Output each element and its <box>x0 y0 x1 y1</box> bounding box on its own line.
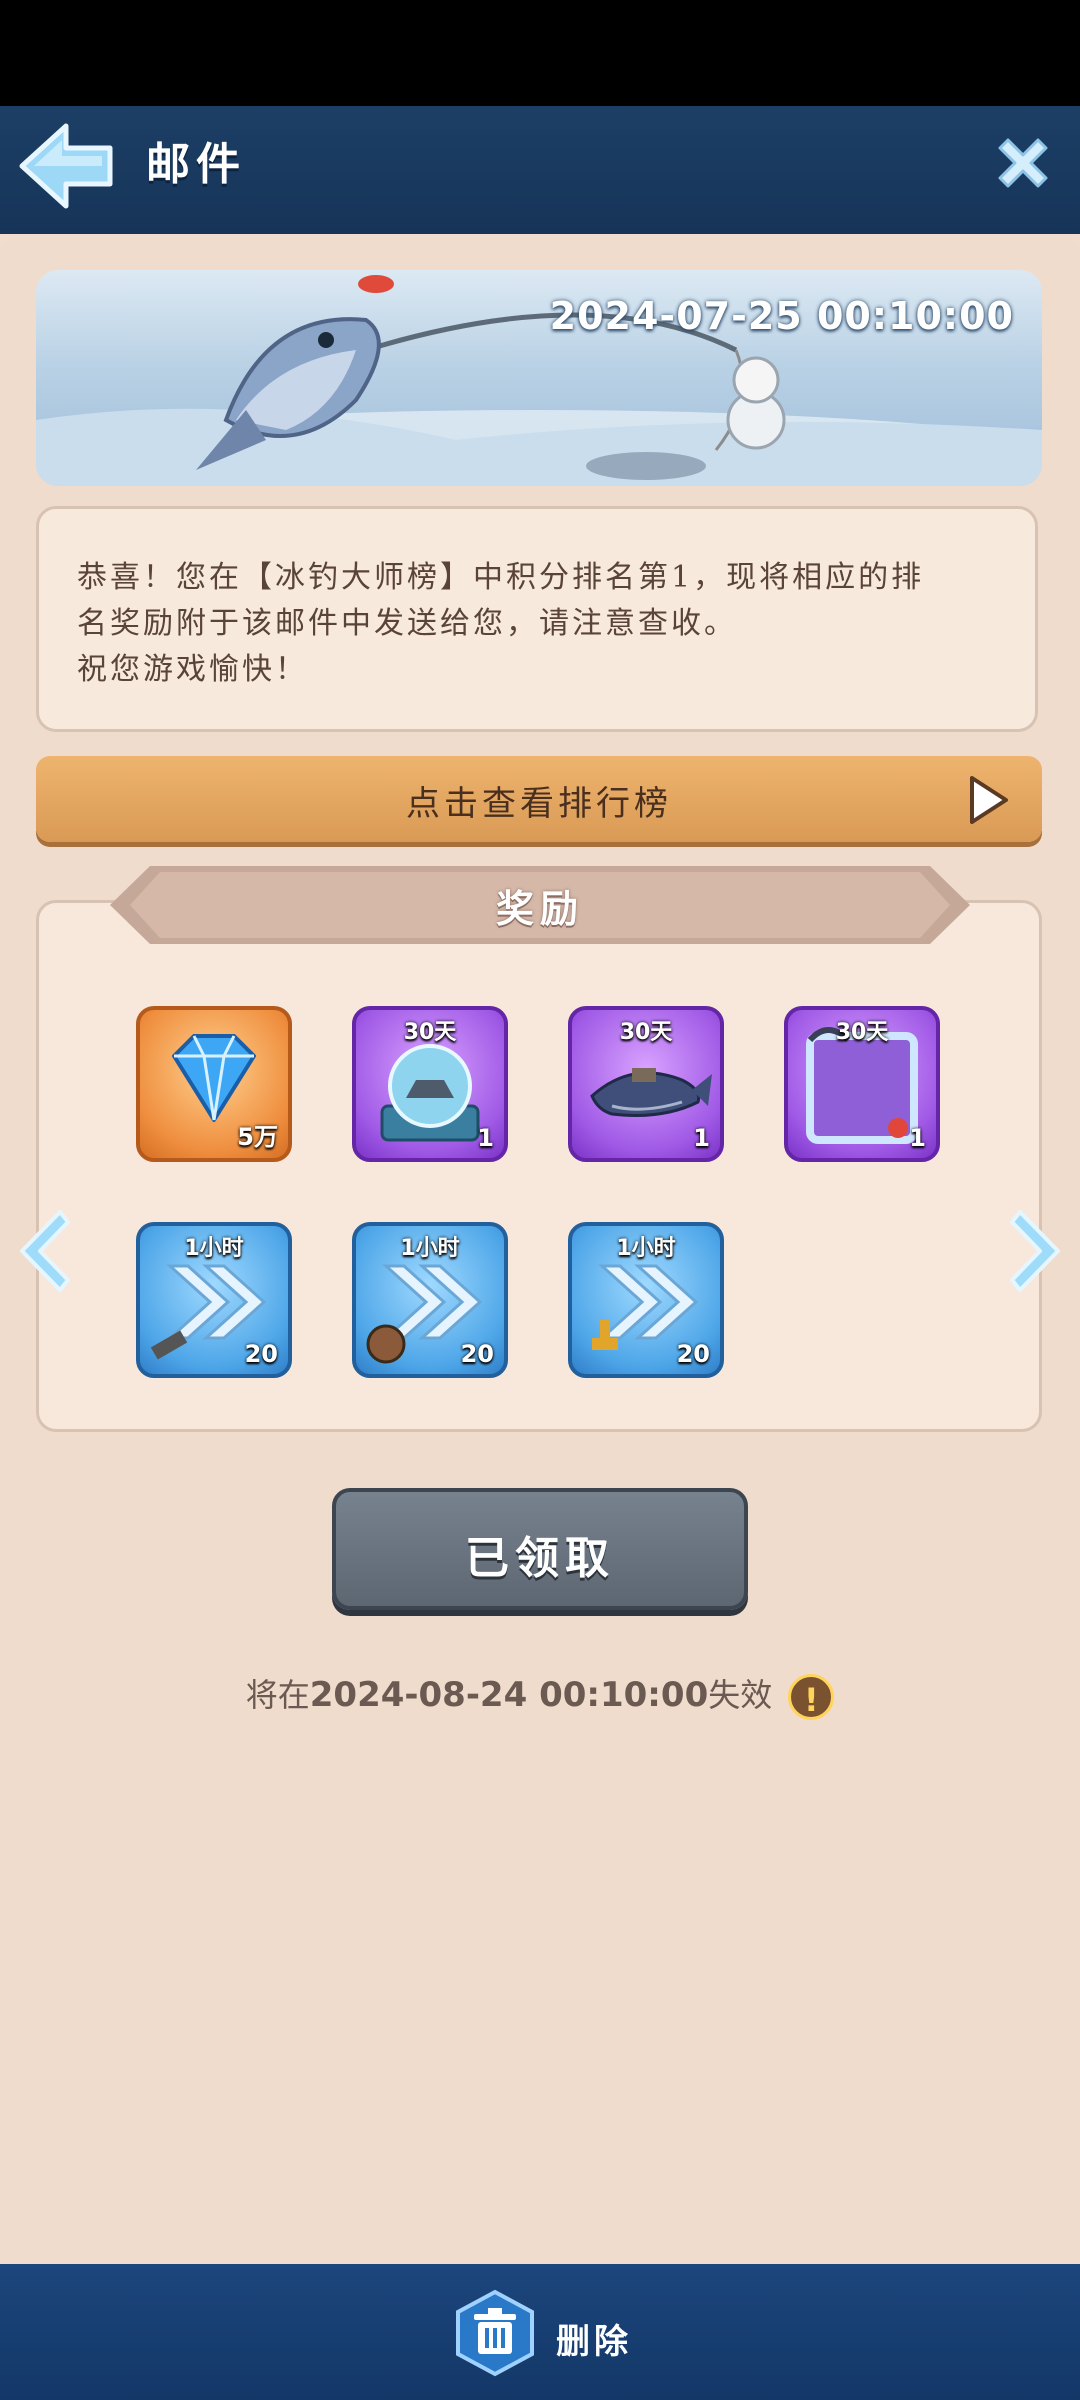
back-button[interactable] <box>14 120 116 212</box>
back-arrow-icon <box>19 123 113 209</box>
reward-item-aquarium[interactable]: 30天 1 <box>352 1006 508 1162</box>
reward-duration: 1小时 <box>184 1236 244 1261</box>
expiry-prefix: 将在 <box>245 1676 310 1714</box>
next-arrow-icon[interactable] <box>1008 1206 1068 1296</box>
reward-qty: 1 <box>693 1124 710 1152</box>
reward-qty: 20 <box>676 1340 710 1368</box>
reward-qty: 1 <box>909 1124 926 1152</box>
reward-item-speedup-build[interactable]: 1小时 20 <box>136 1222 292 1378</box>
reward-item-speedup-train[interactable]: 1小时 20 <box>352 1222 508 1378</box>
claimed-label: 已领取 <box>465 1533 615 1584</box>
reward-item-avatar-frame[interactable]: 30天 1 <box>784 1006 940 1162</box>
event-banner: 2024-07-25 00:10:00 <box>36 270 1042 486</box>
reward-item-speedup-research[interactable]: 1小时 20 <box>568 1222 724 1378</box>
reward-item-whale[interactable]: 30天 1 <box>568 1006 724 1162</box>
view-leaderboard-label: 点击查看排行榜 <box>406 784 672 824</box>
expiry-notice: 将在2024-08-24 00:10:00失效! <box>0 1670 1080 1720</box>
rewards-title: 奖励 <box>495 887 584 931</box>
mail-body-line: 名奖励附于该邮件中发送给您，请注意查收。 <box>77 606 737 641</box>
reward-duration: 30天 <box>619 1020 673 1045</box>
page-title: 邮件 <box>146 139 246 190</box>
reward-duration: 1小时 <box>616 1236 676 1261</box>
header: 邮件 <box>0 106 1080 234</box>
play-arrow-icon <box>970 776 1008 824</box>
reward-duration: 30天 <box>403 1020 457 1045</box>
reward-item-diamond[interactable]: 5万 <box>136 1006 292 1162</box>
mail-date: 2024-07-25 00:10:00 <box>549 294 1014 338</box>
delete-button[interactable]: 删除 <box>450 2288 650 2378</box>
reward-duration: 30天 <box>835 1020 889 1045</box>
mail-body-line: 恭喜！您在【冰钓大师榜】中积分排名第1，现将相应的排 <box>77 560 925 595</box>
mail-message: 恭喜！您在【冰钓大师榜】中积分排名第1，现将相应的排 名奖励附于该邮件中发送给您… <box>36 506 1038 732</box>
trash-icon <box>456 2289 534 2377</box>
close-button[interactable] <box>992 132 1054 194</box>
close-icon <box>998 138 1048 188</box>
reward-duration: 1小时 <box>400 1236 460 1261</box>
expiry-suffix: 失效 <box>708 1676 773 1714</box>
reward-qty: 1 <box>477 1124 494 1152</box>
expiry-date: 2024-08-24 00:10:00 <box>309 1675 709 1715</box>
status-bar <box>0 0 1080 106</box>
reward-qty: 20 <box>460 1340 494 1368</box>
prev-arrow-icon[interactable] <box>12 1206 72 1296</box>
reward-qty: 20 <box>244 1340 278 1368</box>
delete-label: 删除 <box>556 2322 632 2362</box>
mail-body-line: 祝您游戏愉快！ <box>77 652 308 687</box>
reward-qty: 5万 <box>237 1123 278 1151</box>
warning-icon[interactable]: ! <box>788 1674 835 1720</box>
claimed-button[interactable]: 已领取 <box>332 1488 748 1610</box>
view-leaderboard-button[interactable]: 点击查看排行榜 <box>36 756 1042 842</box>
